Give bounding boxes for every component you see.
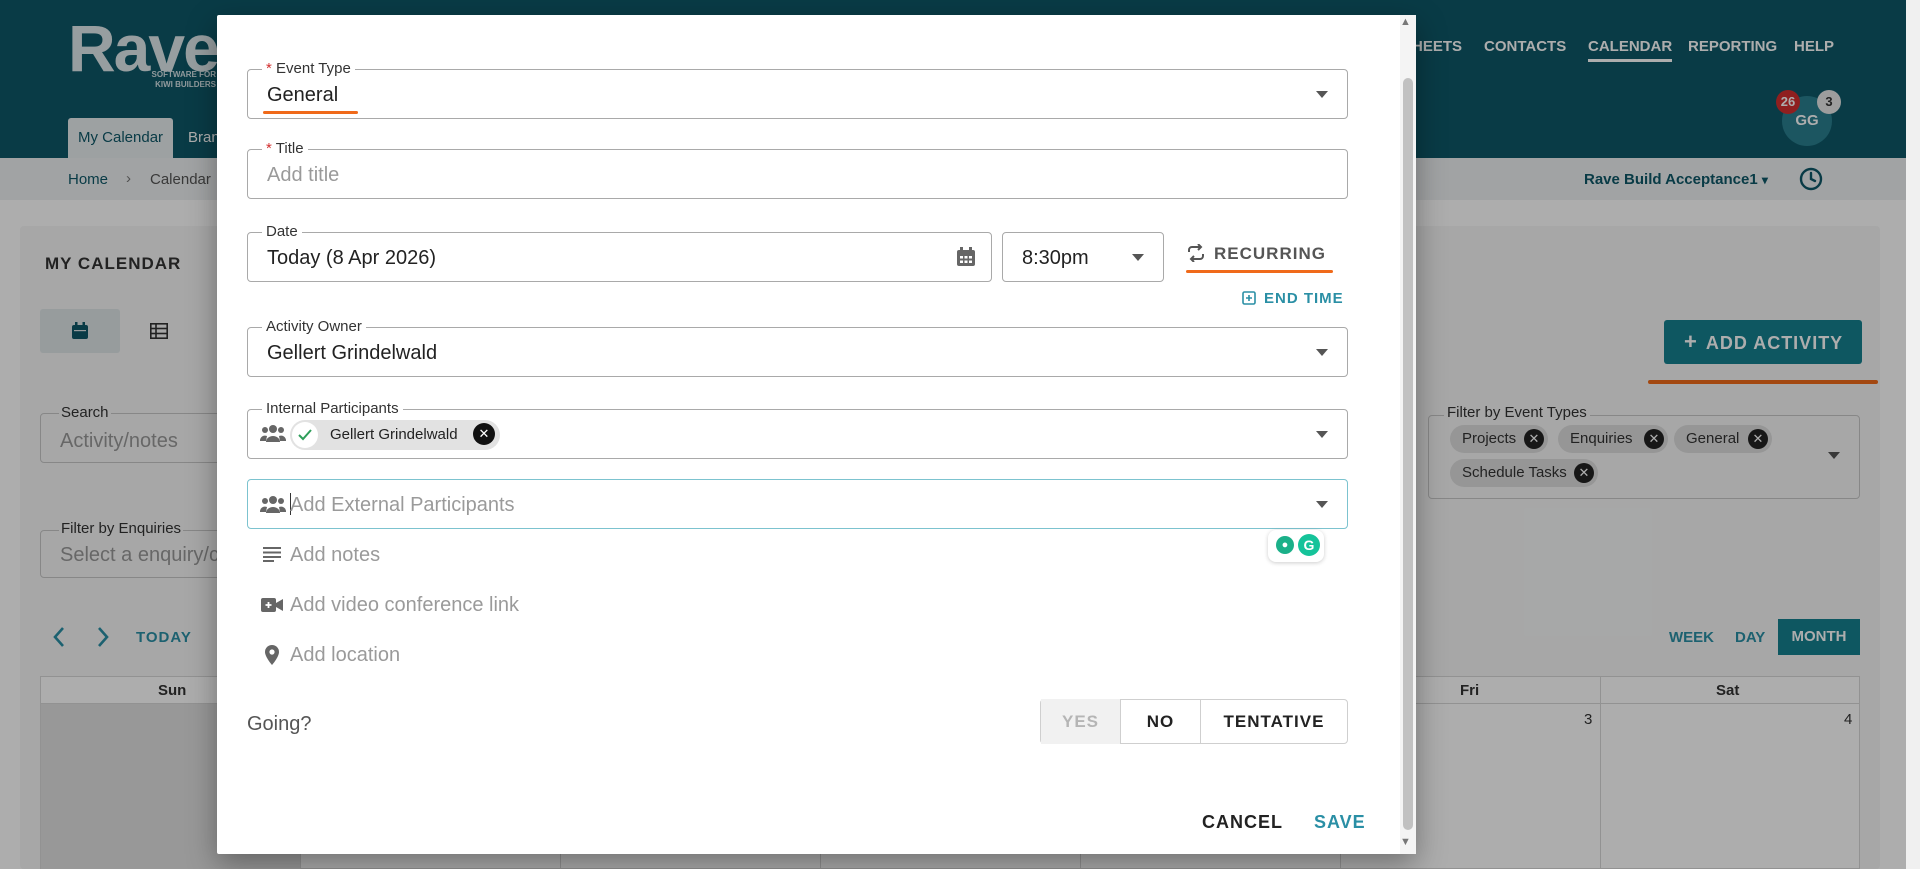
caret-down-icon[interactable] <box>1316 431 1328 438</box>
caret-down-icon[interactable] <box>1316 501 1328 508</box>
add-box-icon <box>1242 291 1256 305</box>
end-time-label: END TIME <box>1264 290 1344 307</box>
highlight-underline <box>1186 270 1333 273</box>
recurring-button[interactable]: RECURRING <box>1186 243 1326 264</box>
required-mark: * <box>266 140 272 157</box>
title-placeholder: Add title <box>267 164 340 186</box>
page-scrollbar[interactable] <box>1906 0 1920 869</box>
going-yes-button[interactable]: YES <box>1041 699 1121 744</box>
location-pin-icon <box>265 645 279 670</box>
location-placeholder[interactable]: Add location <box>290 644 400 667</box>
external-participants-placeholder: Add External Participants <box>290 494 515 516</box>
save-button[interactable]: SAVE <box>1314 812 1366 833</box>
check-icon <box>298 429 312 441</box>
notes-placeholder[interactable]: Add notes <box>290 544 380 567</box>
caret-down-icon[interactable] <box>1316 91 1328 98</box>
repeat-icon <box>1188 243 1204 263</box>
participant-chip-label: Gellert Grindelwald <box>330 426 458 443</box>
recurring-label: RECURRING <box>1214 244 1326 263</box>
activity-owner-label: Activity Owner <box>262 318 366 335</box>
grammarly-icon[interactable]: G <box>1298 534 1320 556</box>
dialog-scrollbar-thumb[interactable] <box>1403 78 1413 830</box>
scroll-down-icon[interactable]: ▼ <box>1400 836 1411 848</box>
group-icon <box>259 495 287 518</box>
activity-owner-value: Gellert Grindelwald <box>267 342 438 364</box>
internal-participants-label: Internal Participants <box>262 400 403 417</box>
lightbulb-icon[interactable]: ● <box>1276 536 1294 554</box>
group-icon <box>259 424 287 447</box>
required-mark: * <box>266 60 272 77</box>
event-type-select[interactable] <box>247 69 1348 119</box>
going-label: Going? <box>247 713 312 735</box>
event-type-value: General <box>267 84 339 106</box>
going-no-button[interactable]: NO <box>1121 699 1201 744</box>
going-tentative-button[interactable]: TENTATIVE <box>1201 699 1347 744</box>
scroll-up-icon[interactable]: ▲ <box>1400 16 1411 28</box>
calendar-icon[interactable] <box>956 247 976 272</box>
close-icon[interactable]: ✕ <box>473 423 495 445</box>
notes-icon <box>263 546 281 567</box>
video-icon <box>261 597 283 618</box>
date-value: Today (8 Apr 2026) <box>267 247 436 269</box>
event-type-label: * Event Type <box>262 60 355 77</box>
time-value: 8:30pm <box>1022 247 1089 269</box>
date-label: Date <box>262 223 302 240</box>
title-input[interactable] <box>247 149 1348 199</box>
label-text: Title <box>275 140 304 157</box>
highlight-underline <box>263 111 358 114</box>
check-avatar <box>292 422 318 448</box>
grammarly-widget[interactable]: ● G <box>1268 530 1324 562</box>
cancel-button[interactable]: CANCEL <box>1202 812 1283 833</box>
video-link-placeholder[interactable]: Add video conference link <box>290 594 519 617</box>
title-label: * Title <box>262 140 308 157</box>
caret-down-icon[interactable] <box>1132 254 1144 261</box>
label-text: Event Type <box>276 60 351 77</box>
caret-down-icon[interactable] <box>1316 349 1328 356</box>
end-time-button[interactable]: END TIME <box>1242 290 1344 307</box>
